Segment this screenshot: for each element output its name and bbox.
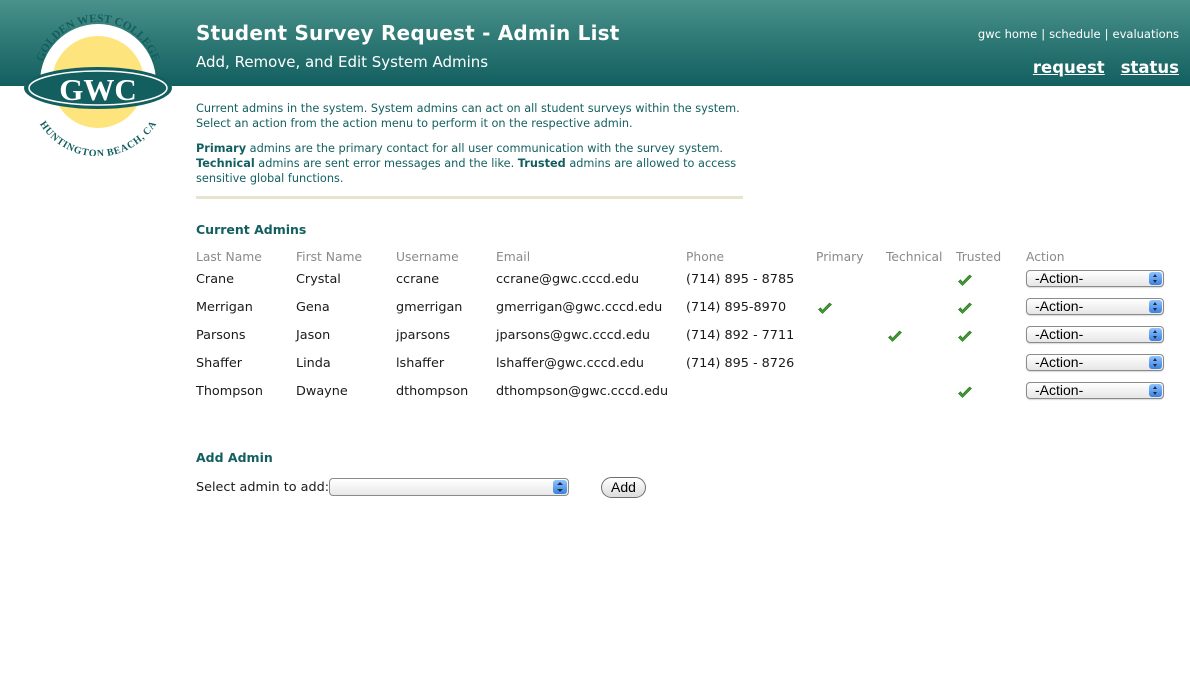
last-name-cell: Thompson: [196, 384, 263, 399]
check-icon: [958, 274, 972, 286]
action-select[interactable]: -Action-: [1026, 298, 1164, 315]
link-separator: |: [1041, 27, 1046, 41]
select-arrows-icon: [1149, 328, 1162, 341]
last-name-cell: Shaffer: [196, 356, 243, 371]
main-nav: request status: [1017, 58, 1179, 77]
action-select[interactable]: -Action-: [1026, 270, 1164, 287]
action-select-value: -Action-: [1035, 270, 1084, 286]
primary-term: Primary: [196, 142, 247, 155]
select-arrows-icon: [553, 480, 567, 494]
select-arrows-icon: [1149, 272, 1162, 285]
column-header-primary: Primary: [816, 250, 864, 264]
check-icon: [958, 302, 972, 314]
header-banner: Student Survey Request - Admin List Add,…: [0, 0, 1190, 86]
first-name-cell: Gena: [296, 300, 330, 315]
username-cell: lshaffer: [396, 356, 445, 371]
first-name-cell: Crystal: [296, 272, 341, 287]
first-name-cell: Dwayne: [296, 384, 348, 399]
add-admin-heading: Add Admin: [196, 450, 273, 465]
last-name-cell: Crane: [196, 272, 235, 287]
action-select-value: -Action-: [1035, 326, 1084, 342]
last-name-cell: Merrigan: [196, 300, 253, 315]
email-cell: ccrane@gwc.cccd.edu: [496, 272, 640, 287]
phone-cell: (714) 892 - 7711: [686, 328, 795, 343]
username-cell: gmerrigan: [396, 300, 463, 315]
top-links: gwc home | schedule | evaluations: [978, 27, 1179, 41]
add-button[interactable]: Add: [601, 477, 646, 498]
select-arrows-icon: [1149, 300, 1162, 313]
first-name-cell: Linda: [296, 356, 331, 371]
link-separator: |: [1104, 27, 1109, 41]
technical-term: Technical: [196, 157, 255, 170]
admin-types-paragraph: Primary admins are the primary contact f…: [196, 141, 756, 186]
status-link[interactable]: status: [1121, 58, 1179, 77]
add-admin-label: Select admin to add:: [196, 480, 330, 495]
column-header-trusted: Trusted: [956, 250, 1002, 264]
intro-text: Current admins in the system. System adm…: [196, 101, 756, 186]
evaluations-link[interactable]: evaluations: [1113, 27, 1179, 41]
phone-cell: (714) 895-8970: [686, 300, 787, 315]
email-cell: gmerrigan@gwc.cccd.edu: [496, 300, 663, 315]
column-header-technical: Technical: [886, 250, 943, 264]
first-name-cell: Jason: [296, 328, 331, 343]
action-select[interactable]: -Action-: [1026, 382, 1164, 399]
check-icon: [958, 330, 972, 342]
action-select-value: -Action-: [1035, 382, 1084, 398]
username-cell: dthompson: [396, 384, 469, 399]
action-select[interactable]: -Action-: [1026, 354, 1164, 371]
column-header-last-name: Last Name: [196, 250, 262, 264]
primary-desc: admins are the primary contact for all u…: [246, 142, 724, 155]
current-admins-heading: Current Admins: [196, 222, 307, 237]
check-icon: [818, 302, 832, 314]
column-header-username: Username: [396, 250, 459, 264]
action-select[interactable]: -Action-: [1026, 326, 1164, 343]
column-header-action: Action: [1026, 250, 1065, 264]
last-name-cell: Parsons: [196, 328, 246, 343]
action-select-value: -Action-: [1035, 298, 1084, 314]
username-cell: ccrane: [396, 272, 440, 287]
add-admin-select[interactable]: [329, 478, 569, 496]
phone-cell: (714) 895 - 8726: [686, 356, 795, 371]
intro-paragraph: Current admins in the system. System adm…: [196, 102, 740, 130]
page-subtitle: Add, Remove, and Edit System Admins: [196, 53, 489, 71]
check-icon: [958, 386, 972, 398]
username-cell: jparsons: [396, 328, 451, 343]
column-header-email: Email: [496, 250, 531, 264]
column-header-phone: Phone: [686, 250, 725, 264]
action-select-value: -Action-: [1035, 354, 1084, 370]
technical-desc: admins are sent error messages and the l…: [254, 157, 518, 170]
schedule-link[interactable]: schedule: [1049, 27, 1101, 41]
email-cell: jparsons@gwc.cccd.edu: [496, 328, 650, 343]
page-title: Student Survey Request - Admin List: [196, 21, 620, 45]
phone-cell: (714) 895 - 8785: [686, 272, 795, 287]
email-cell: lshaffer@gwc.cccd.edu: [496, 356, 645, 371]
gwc-logo[interactable]: GOLDEN WEST COLLEGE GWC HUNTINGTON BEACH…: [20, 8, 176, 156]
column-header-first-name: First Name: [296, 250, 363, 264]
logo-center-text: GWC: [59, 72, 137, 107]
divider: [196, 196, 743, 199]
trusted-term: Trusted: [517, 157, 566, 170]
gwc-home-link[interactable]: gwc home: [978, 27, 1037, 41]
check-icon: [888, 330, 902, 342]
select-arrows-icon: [1149, 356, 1162, 369]
request-link[interactable]: request: [1033, 58, 1105, 77]
email-cell: dthompson@gwc.cccd.edu: [496, 384, 669, 399]
select-arrows-icon: [1149, 384, 1162, 397]
